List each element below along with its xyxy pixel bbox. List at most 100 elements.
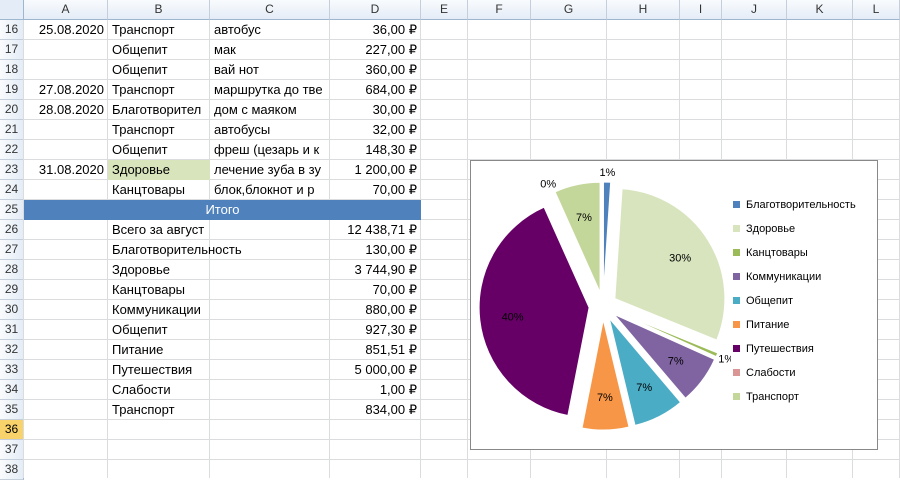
cell-B17[interactable]: Общепит [108, 40, 210, 60]
cell-B32[interactable]: Питание [108, 340, 330, 360]
column-header-G[interactable]: G [531, 0, 607, 20]
cell-B33[interactable]: Путешествия [108, 360, 330, 380]
column-header-J[interactable]: J [722, 0, 787, 20]
row-header-28[interactable]: 28 [0, 260, 24, 280]
legend-item-3[interactable]: Канцтовары [733, 245, 808, 261]
cell-D27[interactable]: 130,00 ₽ [330, 240, 421, 260]
row-header-30[interactable]: 30 [0, 300, 24, 320]
cell-B16[interactable]: Транспорт [108, 20, 210, 40]
row-header-27[interactable]: 27 [0, 240, 24, 260]
row-header-29[interactable]: 29 [0, 280, 24, 300]
row-header-32[interactable]: 32 [0, 340, 24, 360]
column-header-H[interactable]: H [607, 0, 680, 20]
cell-A18[interactable] [24, 60, 108, 80]
row-header-24[interactable]: 24 [0, 180, 24, 200]
cell-A19[interactable]: 27.08.2020 [24, 80, 108, 100]
column-header-A[interactable]: A [24, 0, 108, 20]
legend-item-2[interactable]: Здоровье [733, 221, 795, 237]
cell-C17[interactable]: мак [210, 40, 330, 60]
cell-B34[interactable]: Слабости [108, 380, 330, 400]
cell-A23[interactable]: 31.08.2020 [24, 160, 108, 180]
cell-C24[interactable]: блок,блокнот и р [210, 180, 330, 200]
cell-B28[interactable]: Здоровье [108, 260, 330, 280]
cell-C21[interactable]: автобусы [210, 120, 330, 140]
legend-item-7[interactable]: Путешествия [733, 341, 814, 357]
cell-D28[interactable]: 3 744,90 ₽ [330, 260, 421, 280]
pie-slice-1[interactable] [602, 181, 612, 293]
cell-D23[interactable]: 1 200,00 ₽ [330, 160, 421, 180]
cell-B23[interactable]: Здоровье [108, 160, 210, 180]
column-header-I[interactable]: I [680, 0, 722, 20]
cell-B35[interactable]: Транспорт [108, 400, 330, 420]
cell-B21[interactable]: Транспорт [108, 120, 210, 140]
cell-D22[interactable]: 148,30 ₽ [330, 140, 421, 160]
row-header-25[interactable]: 25 [0, 200, 24, 220]
cell-B18[interactable]: Общепит [108, 60, 210, 80]
column-header-B[interactable]: B [108, 0, 210, 20]
cell-D34[interactable]: 1,00 ₽ [330, 380, 421, 400]
row-header-26[interactable]: 26 [0, 220, 24, 240]
cell-B20[interactable]: Благотворител [108, 100, 210, 120]
cell-B19[interactable]: Транспорт [108, 80, 210, 100]
cell-D16[interactable]: 36,00 ₽ [330, 20, 421, 40]
row-header-38[interactable]: 38 [0, 460, 24, 480]
row-header-18[interactable]: 18 [0, 60, 24, 80]
row-header-34[interactable]: 34 [0, 380, 24, 400]
cell-A22[interactable] [24, 140, 108, 160]
cell-C22[interactable]: фреш (цезарь и к [210, 140, 330, 160]
cell-D33[interactable]: 5 000,00 ₽ [330, 360, 421, 380]
column-header-L[interactable]: L [853, 0, 900, 20]
cell-B31[interactable]: Общепит [108, 320, 330, 340]
cell-C20[interactable]: дом с маяком [210, 100, 330, 120]
row-header-16[interactable]: 16 [0, 20, 24, 40]
cell-A24[interactable] [24, 180, 108, 200]
row-header-36[interactable]: 36 [0, 420, 24, 440]
cell-D35[interactable]: 834,00 ₽ [330, 400, 421, 420]
cell-A17[interactable] [24, 40, 108, 60]
legend-item-5[interactable]: Общепит [733, 293, 793, 309]
row-header-22[interactable]: 22 [0, 140, 24, 160]
legend-item-8[interactable]: Слабости [733, 365, 796, 381]
cell-B30[interactable]: Коммуникации [108, 300, 330, 320]
cell-D29[interactable]: 70,00 ₽ [330, 280, 421, 300]
cell-C18[interactable]: вай нот [210, 60, 330, 80]
column-header-E[interactable]: E [421, 0, 468, 20]
cell-D32[interactable]: 851,51 ₽ [330, 340, 421, 360]
column-header-C[interactable]: C [210, 0, 330, 20]
cell-A21[interactable] [24, 120, 108, 140]
cell-D30[interactable]: 880,00 ₽ [330, 300, 421, 320]
cell-D31[interactable]: 927,30 ₽ [330, 320, 421, 340]
cell-D20[interactable]: 30,00 ₽ [330, 100, 421, 120]
row-header-17[interactable]: 17 [0, 40, 24, 60]
cell-B22[interactable]: Общепит [108, 140, 210, 160]
row-header-23[interactable]: 23 [0, 160, 24, 180]
column-header-K[interactable]: K [787, 0, 853, 20]
select-all-corner[interactable] [0, 0, 24, 20]
legend-item-6[interactable]: Питание [733, 317, 789, 333]
cell-D24[interactable]: 70,00 ₽ [330, 180, 421, 200]
cell-C23[interactable]: лечение зуба в зу [210, 160, 330, 180]
cell-D21[interactable]: 32,00 ₽ [330, 120, 421, 140]
cell-A16[interactable]: 25.08.2020 [24, 20, 108, 40]
cell-D26[interactable]: 12 438,71 ₽ [330, 220, 421, 240]
legend-item-1[interactable]: Благотворительность [733, 197, 856, 213]
column-header-F[interactable]: F [468, 0, 531, 20]
cell-D19[interactable]: 684,00 ₽ [330, 80, 421, 100]
row-header-31[interactable]: 31 [0, 320, 24, 340]
pie-chart[interactable]: 1% 30% 1% 7% 7% 7% 40% 0% 7% Благотворительность… [470, 160, 878, 450]
legend-item-4[interactable]: Коммуникации [733, 269, 821, 285]
row-header-37[interactable]: 37 [0, 440, 24, 460]
cell-B29[interactable]: Канцтовары [108, 280, 330, 300]
row-header-33[interactable]: 33 [0, 360, 24, 380]
cell-A20[interactable]: 28.08.2020 [24, 100, 108, 120]
cell-D18[interactable]: 360,00 ₽ [330, 60, 421, 80]
legend-item-9[interactable]: Транспорт [733, 389, 799, 405]
row-header-35[interactable]: 35 [0, 400, 24, 420]
cell-D17[interactable]: 227,00 ₽ [330, 40, 421, 60]
cell-C16[interactable]: автобус [210, 20, 330, 40]
cell-C19[interactable]: маршрутка до тве [210, 80, 330, 100]
row-header-21[interactable]: 21 [0, 120, 24, 140]
row-header-19[interactable]: 19 [0, 80, 24, 100]
row-header-20[interactable]: 20 [0, 100, 24, 120]
cell-B24[interactable]: Канцтовары [108, 180, 210, 200]
